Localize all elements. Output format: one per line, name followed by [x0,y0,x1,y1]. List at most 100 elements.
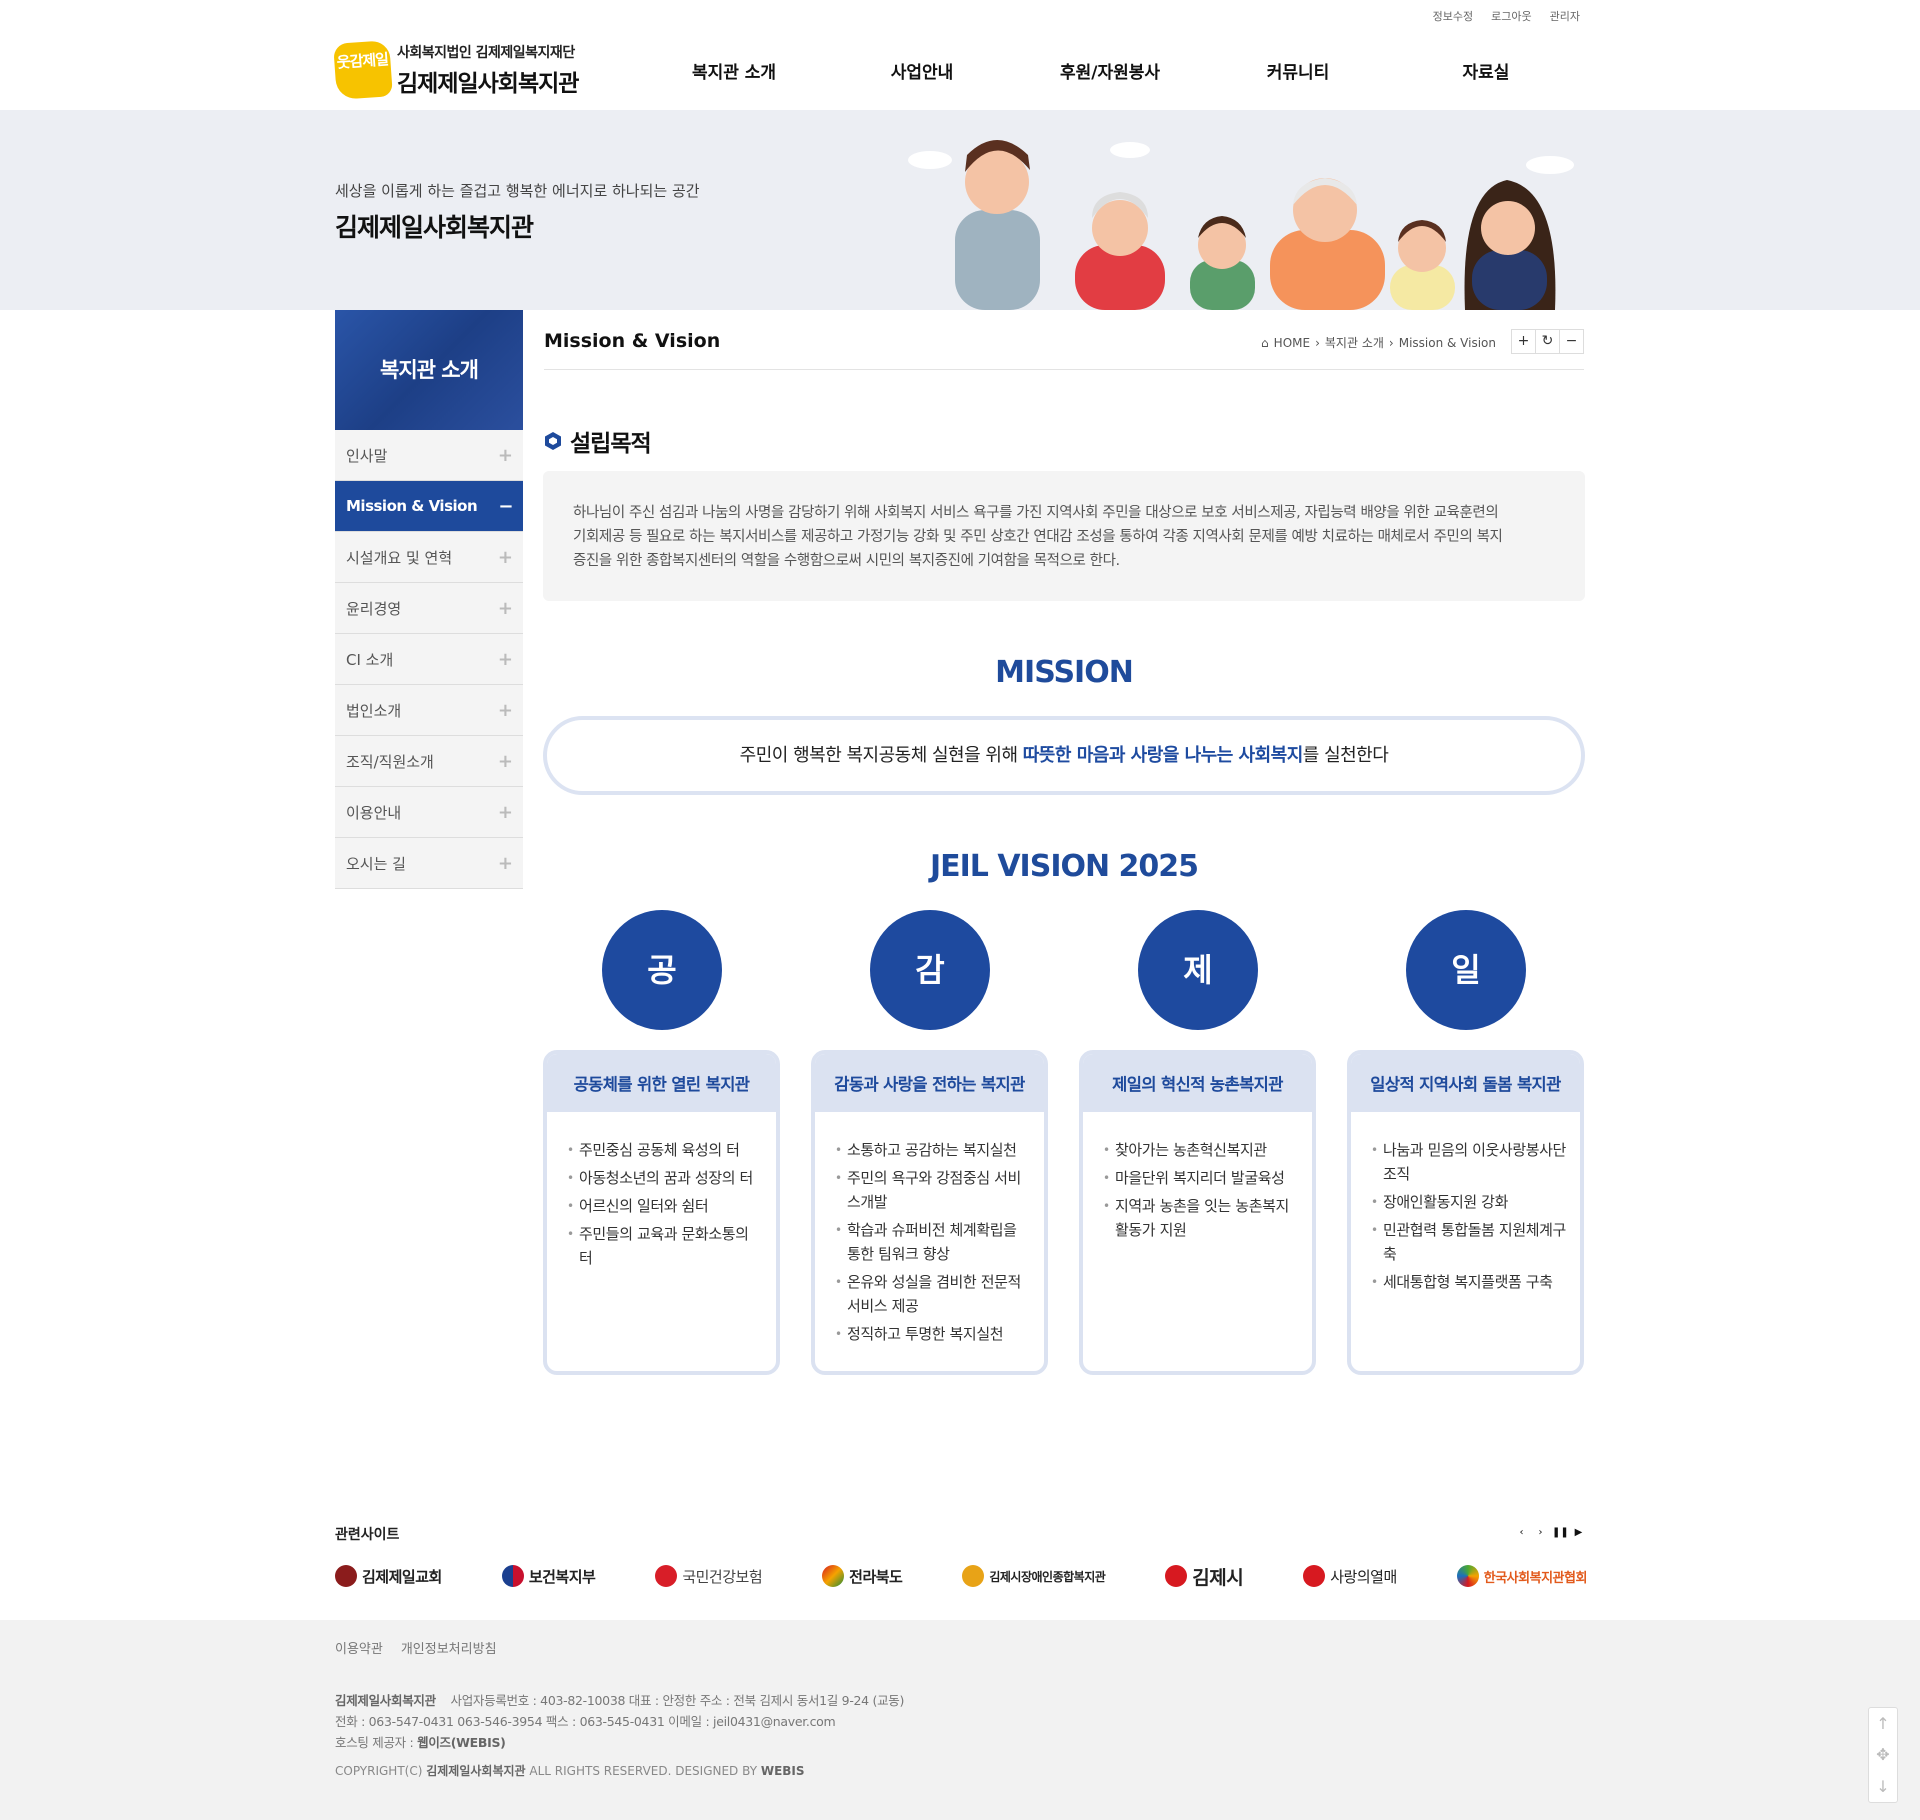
home-icon: ⌂ [1261,335,1269,350]
arrow-up-icon[interactable]: ↑ [1876,1714,1889,1733]
title-divider [544,369,1584,370]
related-site-link[interactable]: 김제제일교회 [335,1565,442,1587]
related-site-link[interactable]: 한국사회복지관협회 [1456,1565,1587,1587]
nav-community[interactable]: 커뮤니티 [1204,58,1392,83]
vision-heading: JEIL VISION 2025 [929,849,1199,884]
side-item-label: 시설개요 및 연혁 [346,548,453,567]
related-site-link[interactable]: 김제시장애인종합복지관 [962,1565,1106,1587]
global-nav: 복지관 소개 사업안내 후원/자원봉사 커뮤니티 자료실 [640,58,1580,83]
side-item-label: 인사말 [346,446,388,465]
vision-card-list: 찾아가는 농촌혁신복지관 마을단위 복지리더 발굴육성 지역과 농촌을 잇는 농… [1083,1112,1312,1242]
side-item-facility-history[interactable]: 시설개요 및 연혁 + [335,532,523,583]
related-site-name: 국민건강보험 [682,1567,763,1586]
pause-button[interactable]: ❚❚ [1552,1525,1569,1541]
side-item-organization[interactable]: 조직/직원소개 + [335,736,523,787]
plus-icon: + [497,699,513,721]
move-icon[interactable]: ✥ [1876,1745,1889,1764]
list-item: 지역과 농촌을 잇는 농촌복지활동가 지원 [1103,1194,1298,1242]
visual-banner: 세상을 이롭게 하는 즐겁고 행복한 에너지로 하나되는 공간 김제제일사회복지… [0,110,1920,310]
related-site-link[interactable]: 보건복지부 [501,1565,596,1587]
next-button[interactable]: › [1533,1525,1548,1541]
vision-circle: 감 [870,910,990,1030]
play-button[interactable]: ▶ [1571,1525,1586,1541]
plus-icon: + [497,597,513,619]
footer-biz-info: 사업자등록번호 : 403-82-10038 대표 : 안정한 주소 : 전북 … [450,1693,905,1708]
purpose-box: 하나님이 주신 섬김과 나눔의 사명을 감당하기 위해 사회복지 서비스 욕구를… [543,471,1585,601]
purpose-line: 기회제공 등 필요로 하는 복지서비스를 제공하고 가정기능 강화 및 주민 상… [573,529,1503,545]
related-site-link[interactable]: 전라북도 [822,1565,903,1587]
side-item-ethics[interactable]: 윤리경영 + [335,583,523,634]
side-item-label: 오시는 길 [346,854,406,873]
nav-programs[interactable]: 사업안내 [828,58,1016,83]
breadcrumb-current[interactable]: Mission & Vision [1399,336,1496,350]
page-title: Mission & Vision [544,330,721,352]
purpose-heading: 설립목적 [544,424,652,458]
kaswc-logo-icon [1456,1565,1479,1587]
admin-link[interactable]: 관리자 [1550,8,1580,24]
related-site-link[interactable]: 사랑의열매 [1303,1565,1397,1587]
side-item-directions[interactable]: 오시는 길 + [335,838,523,889]
jeonbuk-logo-icon [822,1565,845,1587]
related-sites-heading: 관련사이트 [335,1527,400,1543]
nav-support[interactable]: 후원/자원봉사 [1016,58,1204,83]
footer-links: 이용약관 개인정보처리방침 [335,1638,497,1657]
plus-icon: + [497,852,513,874]
privacy-link[interactable]: 개인정보처리방침 [401,1638,497,1657]
purpose-heading-text: 설립목적 [570,431,652,457]
breadcrumb-section[interactable]: 복지관 소개 [1325,334,1384,351]
copyright-middle: ALL RIGHTS RESERVED. DESIGNED BY [525,1764,761,1778]
list-item: 민관협력 통합돌봄 지원체계구축 [1371,1218,1566,1266]
logout-link[interactable]: 로그아웃 [1491,8,1531,24]
vision-card: 일상적 지역사회 돌봄 복지관 나눔과 믿음의 이웃사랑봉사단 조직 장애인활동… [1347,1050,1584,1375]
plus-icon: + [497,801,513,823]
plus-icon: + [497,750,513,772]
side-item-usage[interactable]: 이용안내 + [335,787,523,838]
copyright-prefix: COPYRIGHT(C) [335,1764,427,1778]
related-site-link[interactable]: 국민건강보험 [655,1565,763,1587]
footer: 이용약관 개인정보처리방침 김제제일사회복지관 사업자등록번호 : 403-82… [0,1620,1920,1820]
zoom-in-button[interactable]: + [1511,329,1536,354]
vision-circle: 제 [1138,910,1258,1030]
prev-button[interactable]: ‹ [1514,1525,1529,1541]
chevron-right-icon: › [1315,335,1320,350]
side-item-label: 이용안내 [346,803,402,822]
vision-card: 감동과 사랑을 전하는 복지관 소통하고 공감하는 복지실천 주민의 욕구와 강… [811,1050,1048,1375]
mission-heading: MISSION [995,655,1134,690]
footer-hosting-label: 호스팅 제공자 : [335,1735,418,1750]
related-site-link[interactable]: 김제시 [1165,1563,1244,1590]
side-item-corporation[interactable]: 법인소개 + [335,685,523,736]
related-sites-list: 김제제일교회 보건복지부 국민건강보험 전라북도 김제시장애인종합복지관 김제시… [335,1552,1587,1600]
site-logo[interactable]: 웃감제일 사회복지법인 김제제일복지재단 김제제일사회복지관 [333,40,579,100]
plus-icon: + [497,648,513,670]
footer-hosting: 호스팅 제공자 : 웹이즈(WEBIS) [335,1732,904,1753]
footer-contact: 전화 : 063-547-0431 063-546-3954 팩스 : 063-… [335,1714,836,1729]
list-item: 온유와 성실을 겸비한 전문적 서비스 제공 [835,1270,1030,1318]
list-item: 어르신의 일터와 쉼터 [567,1194,762,1218]
side-item-mission-vision[interactable]: Mission & Vision − [335,481,523,532]
edit-profile-link[interactable]: 정보수정 [1433,8,1473,24]
footer-hosting-name: 웹이즈(WEBIS) [417,1735,506,1750]
side-item-label: 조직/직원소개 [346,752,434,771]
minus-icon: − [498,495,513,517]
font-tools: + ↻ − [1511,329,1584,354]
list-item: 주민중심 공동체 육성의 터 [567,1138,762,1162]
breadcrumb-home[interactable]: HOME [1274,336,1310,350]
side-item-label: Mission & Vision [346,497,478,515]
quick-scroll: ↑ ✥ ↓ [1868,1707,1898,1803]
side-item-greeting[interactable]: 인사말 + [335,430,523,481]
side-item-ci[interactable]: CI 소개 + [335,634,523,685]
list-item: 주민의 욕구와 강점중심 서비스개발 [835,1166,1030,1214]
logo-foundation-name: 사회복지법인 김제제일복지재단 [397,45,575,61]
vision-card-title: 제일의 혁신적 농촌복지관 [1083,1054,1312,1112]
arrow-down-icon[interactable]: ↓ [1876,1777,1889,1796]
reset-zoom-button[interactable]: ↻ [1535,329,1560,354]
zoom-out-button[interactable]: − [1559,329,1584,354]
list-item: 정직하고 투명한 복지실천 [835,1322,1030,1346]
logo-text: 사회복지법인 김제제일복지재단 김제제일사회복지관 [397,42,579,98]
nav-resources[interactable]: 자료실 [1392,58,1580,83]
purpose-line: 증진을 위한 종합복지센터의 역할을 수행함으로써 시민의 복지증진에 기여함을… [573,553,1120,569]
nav-about[interactable]: 복지관 소개 [640,58,828,83]
related-site-name: 한국사회복지관협회 [1483,1570,1587,1586]
terms-link[interactable]: 이용약관 [335,1638,383,1657]
family-illustration [908,140,1574,310]
